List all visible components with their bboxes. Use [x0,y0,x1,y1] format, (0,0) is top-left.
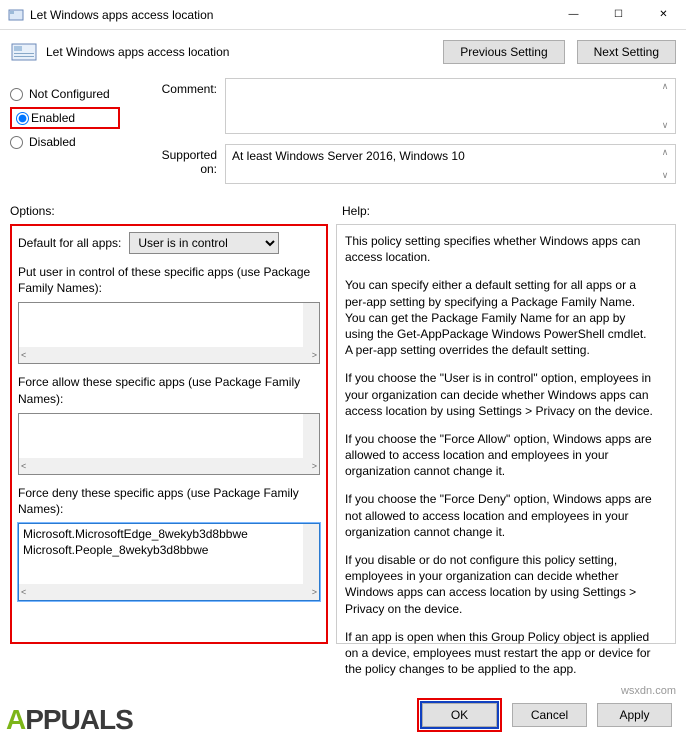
window-title: Let Windows apps access location [30,8,551,22]
help-text: You can specify either a default setting… [345,277,655,358]
scrollbar-vertical[interactable]: ∧∨ [657,81,673,131]
apply-button[interactable]: Apply [597,703,672,727]
next-setting-button[interactable]: Next Setting [577,40,676,64]
help-panel: This policy setting specifies whether Wi… [336,224,676,644]
titlebar: Let Windows apps access location — ☐ ✕ [0,0,686,30]
scrollbar-vertical[interactable] [303,524,319,584]
dialog-buttons: OK Cancel Apply [417,698,672,732]
close-button[interactable]: ✕ [641,0,686,29]
comment-label: Comment: [150,78,225,134]
scrollbar-vertical[interactable]: ∧∨ [657,147,673,181]
supported-label: Supported on: [150,144,225,184]
options-panel: Default for all apps: User is in control… [10,224,328,644]
comment-field[interactable]: ∧∨ [225,78,676,134]
default-for-all-label: Default for all apps: [18,236,121,250]
window-controls: — ☐ ✕ [551,0,686,29]
watermark-site: wsxdn.com [621,685,676,697]
help-text: If you choose the "User is in control" o… [345,370,655,419]
put-user-label: Put user in control of these specific ap… [18,264,320,296]
header-row: Let Windows apps access location Previou… [0,30,686,78]
help-text: This policy setting specifies whether Wi… [345,233,655,265]
not-configured-label: Not Configured [29,87,110,101]
state-radios: Not Configured Enabled Disabled [10,78,150,194]
put-user-listbox[interactable]: <> [18,302,320,364]
scrollbar-vertical[interactable] [303,303,319,347]
force-allow-listbox[interactable]: <> [18,413,320,475]
config-area: Not Configured Enabled Disabled Comment:… [0,78,686,200]
policy-title: Let Windows apps access location [46,45,443,59]
cancel-button[interactable]: Cancel [512,703,587,727]
scrollbar-horizontal[interactable]: <> [19,347,319,363]
disabled-radio[interactable] [10,136,23,149]
supported-field: At least Windows Server 2016, Windows 10… [225,144,676,184]
enabled-radio[interactable] [16,112,29,125]
policy-icon [10,38,38,66]
ok-button[interactable]: OK [422,703,497,727]
force-deny-listbox[interactable]: Microsoft.MicrosoftEdge_8wekyb3d8bbwe Mi… [18,523,320,601]
watermark-brand: APPUALS [6,704,133,736]
minimize-button[interactable]: — [551,0,596,29]
help-text: If you disable or do not configure this … [345,552,655,617]
help-text: If you choose the "Force Deny" option, W… [345,491,655,540]
force-allow-label: Force allow these specific apps (use Pac… [18,374,320,406]
enabled-label: Enabled [31,111,75,125]
scrollbar-horizontal[interactable]: <> [19,458,319,474]
force-deny-label: Force deny these specific apps (use Pack… [18,485,320,517]
maximize-button[interactable]: ☐ [596,0,641,29]
previous-setting-button[interactable]: Previous Setting [443,40,564,64]
scrollbar-horizontal[interactable]: <> [19,584,319,600]
policy-title-icon [8,7,24,23]
help-text: If you choose the "Force Allow" option, … [345,431,655,480]
scrollbar-vertical[interactable] [303,414,319,458]
default-for-all-select[interactable]: User is in control [129,232,279,254]
disabled-label: Disabled [29,135,76,149]
not-configured-radio[interactable] [10,88,23,101]
options-section-label: Options: [10,204,342,218]
help-section-label: Help: [342,204,370,218]
help-text: If an app is open when this Group Policy… [345,629,655,678]
